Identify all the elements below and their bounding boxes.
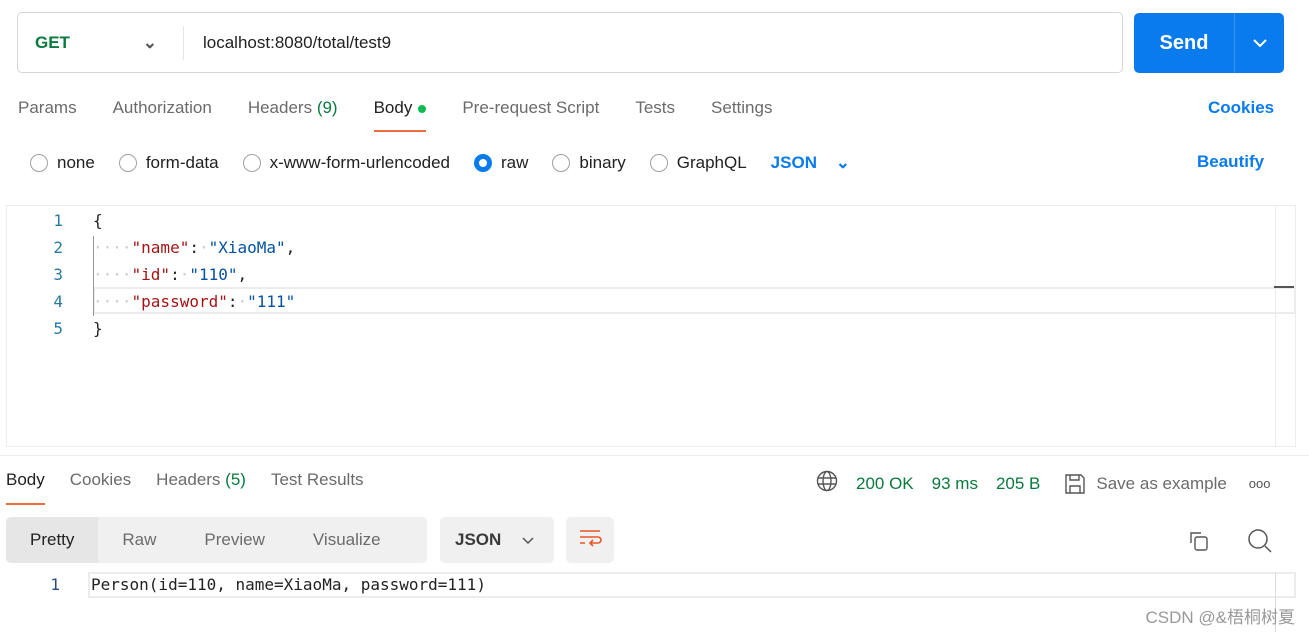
code-brace: } xyxy=(93,319,103,338)
save-as-example-button[interactable]: Save as example xyxy=(1064,473,1227,495)
send-options-chevron-icon[interactable] xyxy=(1234,13,1284,73)
radio-label: x-www-form-urlencoded xyxy=(269,153,451,172)
radio-label: binary xyxy=(579,153,626,172)
editor-scrollbar[interactable] xyxy=(1275,206,1295,446)
response-tab-body[interactable]: Body xyxy=(6,470,45,505)
response-tabs: Body Cookies Headers (5) Test Results xyxy=(6,470,389,505)
radio-label: raw xyxy=(501,153,529,172)
request-body-editor[interactable]: 1 2 3 4 5 { ····"name":·"XiaoMa", ····"i… xyxy=(6,205,1296,447)
tab-authorization[interactable]: Authorization xyxy=(113,98,212,132)
tab-label: Headers xyxy=(156,470,221,489)
json-value: "110" xyxy=(189,265,238,284)
request-tabs: Params Authorization Headers (9) Body Pr… xyxy=(18,98,808,132)
save-label: Save as example xyxy=(1096,473,1227,493)
radio-form-data[interactable]: form-data xyxy=(118,153,219,173)
line-number: 2 xyxy=(53,238,63,257)
line-number: 3 xyxy=(53,265,63,284)
json-key: "id" xyxy=(131,265,171,284)
tab-params[interactable]: Params xyxy=(18,98,77,132)
watermark: CSDN @&梧桐树夏 xyxy=(1145,608,1296,627)
json-key: "password" xyxy=(131,292,228,311)
response-status: 200 OK 93 ms 205 B Save as example ooo xyxy=(816,470,1271,497)
method-label: GET xyxy=(35,32,70,52)
code-line: ····"id":·"110", xyxy=(93,265,248,284)
radio-raw[interactable]: raw xyxy=(474,153,528,173)
format-label: JSON xyxy=(770,153,817,172)
search-icon[interactable] xyxy=(1247,528,1273,559)
line-number: 1 xyxy=(53,211,63,230)
view-preview[interactable]: Preview xyxy=(180,517,288,563)
radio-circle xyxy=(118,154,137,172)
tab-headers[interactable]: Headers (9) xyxy=(248,98,338,132)
response-body: Person(id=110, name=XiaoMa, password=111… xyxy=(88,572,1296,598)
code-line: ····"password":·"111" xyxy=(93,292,296,311)
radio-label: form-data xyxy=(145,153,219,172)
send-label: Send xyxy=(1159,31,1209,54)
scrollbar-cursor-marker xyxy=(1274,286,1294,288)
modified-dot-icon xyxy=(418,104,427,113)
radio-label: none xyxy=(57,153,95,172)
radio-circle xyxy=(649,154,668,172)
wrap-lines-button[interactable] xyxy=(566,517,614,563)
view-visualize[interactable]: Visualize xyxy=(289,517,405,563)
tab-label: Headers xyxy=(247,98,313,117)
response-tab-headers[interactable]: Headers (5) xyxy=(156,470,246,505)
send-button[interactable]: Send xyxy=(1134,13,1284,73)
format-select[interactable]: JSON ⌄ xyxy=(771,153,850,173)
request-bar: GET ⌄ localhost:8080/total/test9 xyxy=(17,12,1123,73)
code-line: ····"name":·"XiaoMa", xyxy=(93,238,296,257)
radio-circle xyxy=(30,154,48,172)
radio-circle xyxy=(552,154,571,172)
json-key: "name" xyxy=(131,238,190,257)
tab-label: Body xyxy=(373,98,413,117)
status-code: 200 OK xyxy=(856,473,914,493)
radio-none[interactable]: none xyxy=(30,153,95,173)
tab-tests[interactable]: Tests xyxy=(635,98,675,132)
json-value: "XiaoMa" xyxy=(208,238,286,257)
copy-icon[interactable] xyxy=(1187,529,1211,558)
chevron-down-icon: ⌄ xyxy=(835,153,850,172)
radio-circle xyxy=(242,154,261,172)
tab-body[interactable]: Body xyxy=(373,98,427,132)
response-time: 93 ms xyxy=(931,473,978,493)
response-tab-test-results[interactable]: Test Results xyxy=(271,470,364,505)
headers-count: (9) xyxy=(316,98,338,117)
globe-icon[interactable] xyxy=(816,470,838,497)
tab-pre-request-script[interactable]: Pre-request Script xyxy=(462,98,599,132)
radio-x-www-form-urlencoded[interactable]: x-www-form-urlencoded xyxy=(242,153,451,173)
tab-settings[interactable]: Settings xyxy=(711,98,772,132)
cookies-link[interactable]: Cookies xyxy=(1208,98,1274,118)
radio-binary[interactable]: binary xyxy=(552,153,626,173)
chevron-down-icon: ⌄ xyxy=(142,32,157,52)
line-number: 5 xyxy=(53,319,63,338)
beautify-button[interactable]: Beautify xyxy=(1197,152,1264,172)
view-pretty[interactable]: Pretty xyxy=(6,517,99,563)
line-number: 1 xyxy=(50,575,60,594)
format-label: JSON xyxy=(455,530,502,549)
more-options-icon[interactable]: ooo xyxy=(1249,476,1271,491)
method-select[interactable]: GET ⌄ xyxy=(18,25,184,60)
chevron-down-icon xyxy=(522,530,534,550)
divider xyxy=(0,455,1309,456)
radio-label: GraphQL xyxy=(676,153,747,172)
view-raw[interactable]: Raw xyxy=(98,517,180,563)
response-size: 205 B xyxy=(995,473,1041,493)
response-tab-cookies[interactable]: Cookies xyxy=(70,470,131,505)
url-input[interactable]: localhost:8080/total/test9 xyxy=(184,33,391,53)
radio-graphql[interactable]: GraphQL xyxy=(649,153,747,173)
radio-circle-selected xyxy=(474,154,493,172)
response-view-selector: Pretty Raw Preview Visualize xyxy=(6,517,427,563)
json-value: "111" xyxy=(247,292,296,311)
response-format-select[interactable]: JSON xyxy=(440,517,554,563)
headers-count: (5) xyxy=(225,470,246,489)
wrap-lines-icon xyxy=(578,528,602,553)
body-type-radios: none form-data x-www-form-urlencoded raw… xyxy=(30,151,850,175)
line-number: 4 xyxy=(53,292,63,311)
code-brace: { xyxy=(93,211,103,230)
